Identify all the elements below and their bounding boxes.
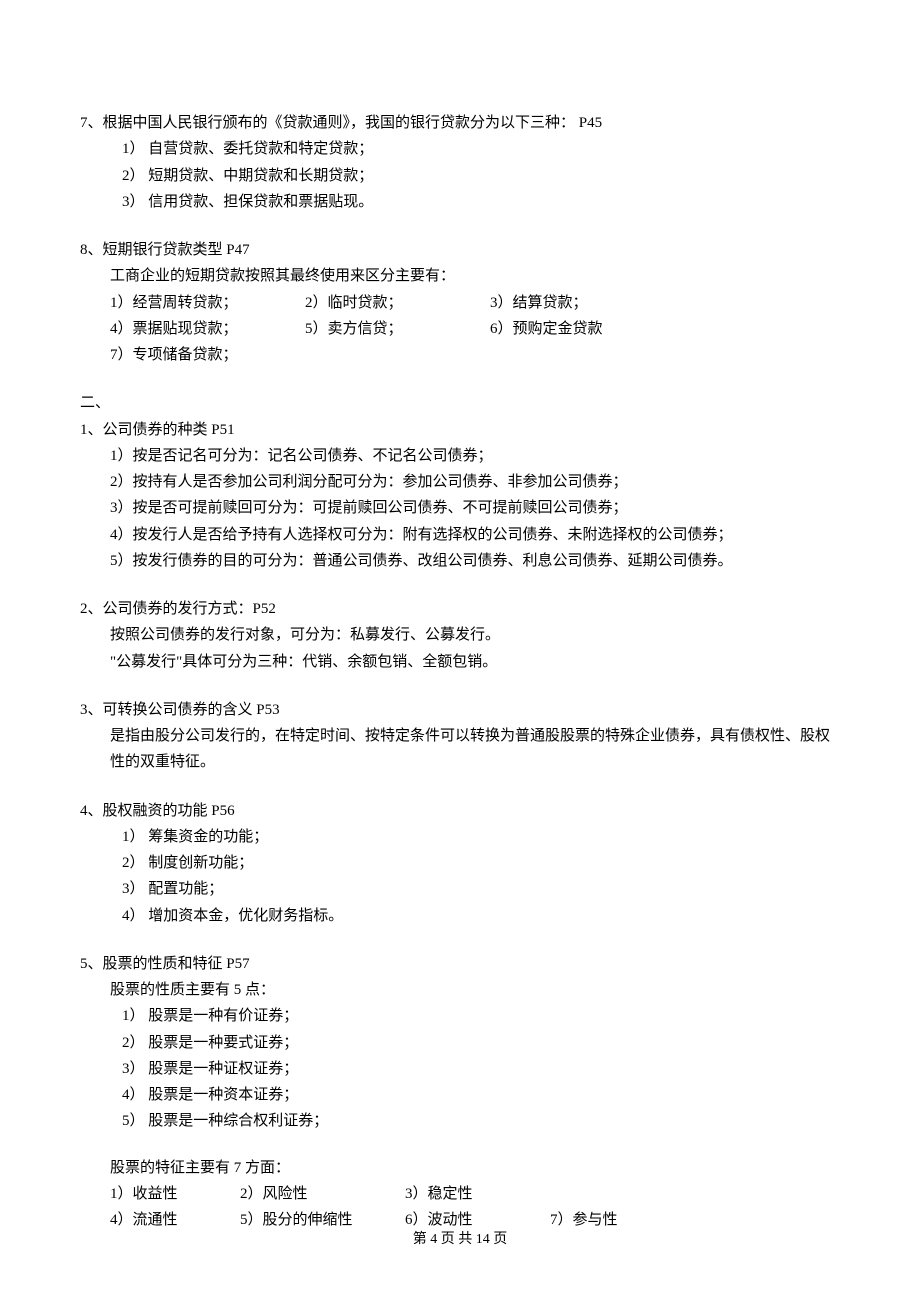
- s2-item-3: 3、 可转换公司债券的含义 P53 是指由股分公司发行的，在特定时间、按特定条件…: [80, 697, 840, 776]
- list-item: 5）按发行债券的目的可分为：普通公司债券、改组公司债券、利息公司债券、延期公司债…: [80, 548, 840, 574]
- item-title-text: 根据中国人民银行颁布的《贷款通则》，我国的银行贷款分为以下三种： P45: [103, 110, 840, 136]
- s2-item-1-title: 1、 公司债券的种类 P51: [80, 417, 840, 443]
- item-title-text: 短期银行贷款类型 P47: [103, 237, 840, 263]
- s2-item-2: 2、 公司债券的发行方式：P52 按照公司债券的发行对象，可分为：私募发行、公募…: [80, 596, 840, 675]
- item-8-row-2: 4）票据贴现贷款； 5）卖方信贷； 6）预购定金贷款: [80, 316, 840, 342]
- item-8-title: 8、 短期银行贷款类型 P47: [80, 237, 840, 263]
- list-item: 1） 股票是一种有价证券；: [80, 1003, 840, 1029]
- cell: 6）预购定金贷款: [490, 316, 650, 342]
- item-title-text: 股票的性质和特征 P57: [103, 951, 840, 977]
- page-footer: 第 4 页 共 14 页: [0, 1228, 920, 1253]
- cell: 4）票据贴现贷款；: [110, 316, 305, 342]
- spacer: [80, 1135, 840, 1155]
- list-item: 4）按发行人是否给予持有人选择权可分为：附有选择权的公司债券、未附选择权的公司债…: [80, 522, 840, 548]
- list-item: 4） 增加资本金，优化财务指标。: [80, 903, 840, 929]
- item-title-text: 公司债券的发行方式：P52: [103, 596, 840, 622]
- list-item: 1） 筹集资金的功能；: [80, 824, 840, 850]
- s2-item-5-title: 5、 股票的性质和特征 P57: [80, 951, 840, 977]
- item-number: 7、: [80, 110, 103, 136]
- line: 是指由股分公司发行的，在特定时间、按特定条件可以转换为普通股股票的特殊企业债券，…: [80, 723, 840, 776]
- list-item: 2） 股票是一种要式证券；: [80, 1030, 840, 1056]
- s2-item-4-title: 4、 股权融资的功能 P56: [80, 798, 840, 824]
- item-7-sub-2: 2） 短期贷款、中期贷款和长期贷款；: [80, 163, 840, 189]
- cell: 2）临时贷款；: [305, 290, 490, 316]
- list-item: 2） 制度创新功能；: [80, 850, 840, 876]
- item-number: 3、: [80, 697, 103, 723]
- item-8: 8、 短期银行贷款类型 P47 工商企业的短期贷款按照其最终使用来区分主要有： …: [80, 237, 840, 368]
- item-number: 1、: [80, 417, 103, 443]
- cell: 3）稳定性: [405, 1181, 550, 1207]
- item-number: 5、: [80, 951, 103, 977]
- cell: 3）结算贷款；: [490, 290, 650, 316]
- item-8-row-1: 1）经营周转贷款； 2）临时贷款； 3）结算贷款；: [80, 290, 840, 316]
- list-item: 4） 股票是一种资本证券；: [80, 1082, 840, 1108]
- item-7-sub-3: 3） 信用贷款、担保贷款和票据贴现。: [80, 189, 840, 215]
- item-title-text: 公司债券的种类 P51: [103, 417, 840, 443]
- sub-heading: 股票的特征主要有 7 方面：: [80, 1155, 840, 1181]
- s2-item-4: 4、 股权融资的功能 P56 1） 筹集资金的功能； 2） 制度创新功能； 3）…: [80, 798, 840, 929]
- item-title-text: 可转换公司债券的含义 P53: [103, 697, 840, 723]
- item-title-text: 股权融资的功能 P56: [103, 798, 840, 824]
- list-item: 5） 股票是一种综合权利证券；: [80, 1108, 840, 1134]
- cell: 5）卖方信贷；: [305, 316, 490, 342]
- line: 按照公司债券的发行对象，可分为：私募发行、公募发行。: [80, 622, 840, 648]
- sub-heading: 股票的性质主要有 5 点：: [80, 977, 840, 1003]
- cell: 1）经营周转贷款；: [110, 290, 305, 316]
- section-2-marker: 二、: [80, 390, 840, 416]
- s2-item-1: 1、 公司债券的种类 P51 1）按是否记名可分为：记名公司债券、不记名公司债券…: [80, 417, 840, 575]
- item-8-row-3: 7）专项储备贷款；: [80, 342, 840, 368]
- item-number: 2、: [80, 596, 103, 622]
- list-item: 3）按是否可提前赎回可分为：可提前赎回公司债券、不可提前赎回公司债券；: [80, 495, 840, 521]
- line: "公募发行"具体可分为三种：代销、余额包销、全额包销。: [80, 649, 840, 675]
- feature-row-1: 1）收益性 2）风险性 3）稳定性: [80, 1181, 840, 1207]
- item-7-sub-1: 1） 自营贷款、委托贷款和特定贷款；: [80, 136, 840, 162]
- item-7-title: 7、 根据中国人民银行颁布的《贷款通则》，我国的银行贷款分为以下三种： P45: [80, 110, 840, 136]
- s2-item-5: 5、 股票的性质和特征 P57 股票的性质主要有 5 点： 1） 股票是一种有价…: [80, 951, 840, 1234]
- s2-item-2-title: 2、 公司债券的发行方式：P52: [80, 596, 840, 622]
- cell: 1）收益性: [110, 1181, 240, 1207]
- cell: 2）风险性: [240, 1181, 405, 1207]
- item-8-sub: 工商企业的短期贷款按照其最终使用来区分主要有：: [80, 263, 840, 289]
- item-number: 8、: [80, 237, 103, 263]
- list-item: 3） 配置功能；: [80, 876, 840, 902]
- item-7: 7、 根据中国人民银行颁布的《贷款通则》，我国的银行贷款分为以下三种： P45 …: [80, 110, 840, 215]
- item-number: 4、: [80, 798, 103, 824]
- list-item: 3） 股票是一种证权证券；: [80, 1056, 840, 1082]
- list-item: 2）按持有人是否参加公司利润分配可分为：参加公司债券、非参加公司债券；: [80, 469, 840, 495]
- list-item: 1）按是否记名可分为：记名公司债券、不记名公司债券；: [80, 443, 840, 469]
- s2-item-3-title: 3、 可转换公司债券的含义 P53: [80, 697, 840, 723]
